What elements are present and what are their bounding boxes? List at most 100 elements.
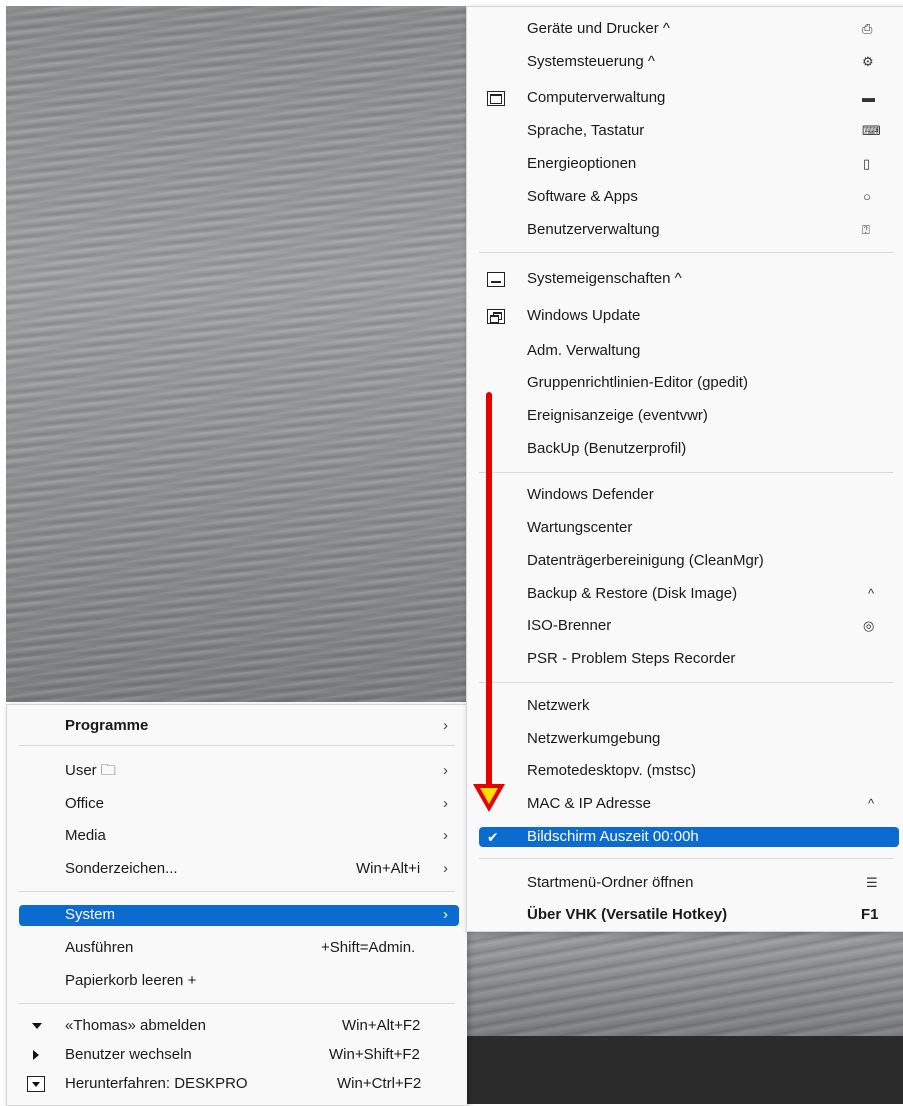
menu-item-sprache-tastatur[interactable]: Sprache, Tastatur ⌨ <box>467 117 903 145</box>
menu-item-label: Gruppenrichtlinien-Editor (gpedit) <box>527 374 748 391</box>
taskbar-area <box>466 1036 903 1104</box>
menu-item-backup-profil[interactable]: BackUp (Benutzerprofil) <box>467 435 903 463</box>
battery-icon: ▯ <box>863 156 871 171</box>
menu-item-iso-brenner[interactable]: ISO-Brenner ◎ <box>467 612 903 640</box>
menu-item-office[interactable]: Office › <box>7 790 467 818</box>
menu-item-mac-ip[interactable]: MAC & IP Adresse ^ <box>467 790 903 818</box>
window-box-icon <box>487 91 505 106</box>
menu-item-netzwerkumgebung[interactable]: Netzwerkumgebung <box>467 725 903 753</box>
menu-item-label: User 🗀 <box>65 762 116 779</box>
keyboard-icon: ⌨ <box>862 123 881 138</box>
menu-item-label: Systemsteuerung ^ <box>527 53 655 70</box>
disc-icon: ◎ <box>863 618 875 633</box>
submenu-arrow-icon: › <box>443 827 448 844</box>
separator <box>19 891 455 892</box>
menu-item-label: Startmenü-Ordner öffnen <box>527 874 694 891</box>
shortcut-text: Win+Alt+i <box>356 860 421 877</box>
menu-item-windows-defender[interactable]: Windows Defender <box>467 481 903 509</box>
menu-item-label: Sprache, Tastatur <box>527 122 645 139</box>
printer-icon: ⎙ <box>862 21 873 36</box>
submenu-arrow-icon: › <box>443 906 448 923</box>
menu-item-label: Herunterfahren: DESKPRO <box>65 1075 248 1092</box>
caret-up-icon: ^ <box>868 796 875 811</box>
separator <box>19 745 455 746</box>
menu-item-adm-verwaltung[interactable]: Adm. Verwaltung <box>467 337 903 365</box>
menu-item-psr[interactable]: PSR - Problem Steps Recorder <box>467 645 903 673</box>
menu-item-computerverwaltung[interactable]: Computerverwaltung ▬ <box>467 84 903 112</box>
menu-item-label: System <box>65 906 116 923</box>
menu-item-programme[interactable]: Programme › <box>7 712 467 740</box>
menu-item-label: Datenträgerbereinigung (CleanMgr) <box>527 552 764 569</box>
menu-item-label: PSR - Problem Steps Recorder <box>527 650 736 667</box>
menu-item-label: Benutzerverwaltung <box>527 221 660 238</box>
menu-item-label: Adm. Verwaltung <box>527 342 641 359</box>
submenu-arrow-icon: › <box>443 795 448 812</box>
menu-item-label: Energieoptionen <box>527 155 637 172</box>
menu-item-bildschirm-auszeit[interactable]: ✔ Bildschirm Auszeit 00:00h <box>467 823 903 851</box>
menu-item-windows-update[interactable]: Windows Update <box>467 302 903 330</box>
menu-item-user[interactable]: User 🗀 › <box>7 757 467 785</box>
dropdown-box-icon <box>27 1076 45 1092</box>
menu-item-label: Media <box>65 827 106 844</box>
menu-item-ausfuehren[interactable]: Ausführen +Shift=Admin. <box>7 934 467 962</box>
menu-item-energieoptionen[interactable]: Energieoptionen ▯ <box>467 150 903 178</box>
menu-item-herunterfahren[interactable]: Herunterfahren: DESKPRO Win+Ctrl+F2 <box>7 1070 467 1098</box>
menu-item-ueber-vhk[interactable]: Über VHK (Versatile Hotkey) F1 <box>467 901 903 929</box>
menu-item-systemsteuerung[interactable]: Systemsteuerung ^ ⚙ <box>467 48 903 76</box>
menu-item-gpedit[interactable]: Gruppenrichtlinien-Editor (gpedit) <box>467 369 903 397</box>
menu-item-backup-restore[interactable]: Backup & Restore (Disk Image) ^ <box>467 580 903 608</box>
shortcut-text: Win+Shift+F2 <box>329 1046 420 1063</box>
menu-item-sonderzeichen[interactable]: Sonderzeichen... Win+Alt+i › <box>7 855 467 883</box>
menu-item-systemeigenschaften[interactable]: Systemeigenschaften ^ <box>467 265 903 293</box>
menu-item-label: Software & Apps <box>527 188 638 205</box>
menu-item-label: Netzwerkumgebung <box>527 730 661 747</box>
menu-item-label: Programme <box>65 717 149 734</box>
menu-item-label: BackUp (Benutzerprofil) <box>527 440 687 457</box>
minimize-box-icon <box>487 272 505 287</box>
submenu-arrow-icon: › <box>443 762 448 779</box>
menu-item-label: Office <box>65 795 104 812</box>
menu-item-label: Papierkorb leeren + <box>65 972 197 989</box>
menu-item-media[interactable]: Media › <box>7 822 467 850</box>
menu-item-abmelden[interactable]: «Thomas» abmelden Win+Alt+F2 <box>7 1012 467 1040</box>
menu-item-software-apps[interactable]: Software & Apps ○ <box>467 183 903 211</box>
menu-item-remotedesktop[interactable]: Remotedesktopv. (mstsc) <box>467 757 903 785</box>
shortcut-text: F1 <box>861 906 879 923</box>
menu-item-label: Backup & Restore (Disk Image) <box>527 585 738 602</box>
triangle-right-icon <box>33 1050 39 1060</box>
menu-item-cleanmgr[interactable]: Datenträgerbereinigung (CleanMgr) <box>467 547 903 575</box>
triangle-down-icon <box>32 1023 42 1029</box>
menu-item-label: Systemeigenschaften ^ <box>527 270 682 287</box>
menu-item-label: Ausführen <box>65 939 134 956</box>
menu-item-label: Computerverwaltung <box>527 89 666 106</box>
shortcut-text: Win+Ctrl+F2 <box>337 1075 422 1092</box>
menu-item-eventvwr[interactable]: Ereignisanzeige (eventvwr) <box>467 402 903 430</box>
menu-item-benutzerverwaltung[interactable]: Benutzerverwaltung ⍰ <box>467 216 903 244</box>
menu-item-label: Bildschirm Auszeit 00:00h <box>527 828 699 845</box>
submenu-arrow-icon: › <box>443 860 448 877</box>
shortcut-text: +Shift=Admin. <box>321 939 416 956</box>
desktop-wallpaper-lower <box>466 930 903 1036</box>
menu-item-netzwerk[interactable]: Netzwerk <box>467 692 903 720</box>
separator <box>479 252 893 253</box>
separator <box>479 472 893 473</box>
restore-box-icon <box>487 309 505 324</box>
menu-item-label: Windows Update <box>527 307 641 324</box>
menu-item-system[interactable]: System › <box>7 901 467 929</box>
computer-icon: ▬ <box>862 90 875 105</box>
menu-item-startmenue-ordner[interactable]: Startmenü-Ordner öffnen ☰ <box>467 869 903 897</box>
annotation-arrow-head-fill <box>480 788 498 804</box>
separator <box>479 682 893 683</box>
menu-item-label: Wartungscenter <box>527 519 633 536</box>
separator <box>479 858 893 859</box>
caret-up-icon: ^ <box>868 586 875 601</box>
system-submenu: Geräte und Drucker ^ ⎙ Systemsteuerung ^… <box>466 6 903 932</box>
menu-item-label: Ereignisanzeige (eventvwr) <box>527 407 708 424</box>
menu-item-papierkorb[interactable]: Papierkorb leeren + <box>7 967 467 995</box>
menu-item-label: Windows Defender <box>527 486 654 503</box>
menu-item-benutzer-wechseln[interactable]: Benutzer wechseln Win+Shift+F2 <box>7 1041 467 1069</box>
menu-item-label: Sonderzeichen... <box>65 860 178 877</box>
circle-icon: ○ <box>863 189 871 204</box>
menu-item-geraete-drucker[interactable]: Geräte und Drucker ^ ⎙ <box>467 15 903 43</box>
menu-item-wartungscenter[interactable]: Wartungscenter <box>467 514 903 542</box>
